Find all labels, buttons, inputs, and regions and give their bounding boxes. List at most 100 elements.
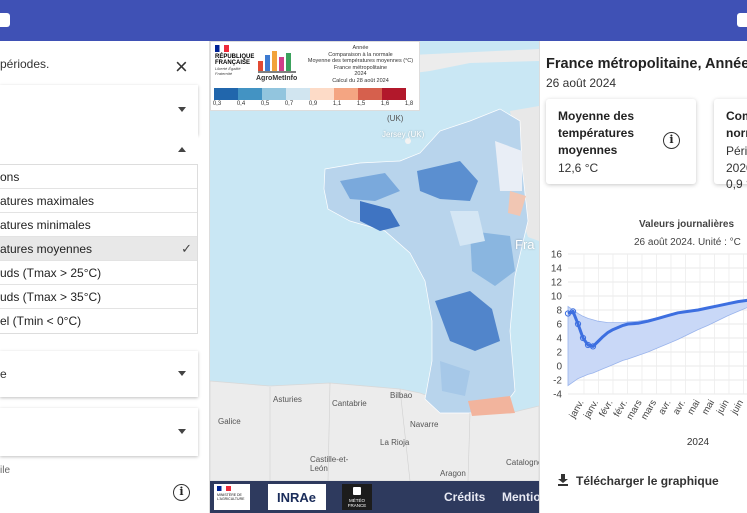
scale-tick-label: 1,5 — [356, 101, 366, 107]
legend-title-line: 2024 — [354, 71, 367, 78]
place-label: Asturies — [273, 395, 302, 404]
map-footer: MINISTÈRE DE L'AGRICULTURE INRAe MÉTÉO F… — [210, 481, 541, 513]
y-tick-label: 2 — [556, 348, 562, 359]
place-label: Bilbao — [390, 391, 413, 400]
chart-subtitle: 26 août 2024. Unité : °C — [634, 237, 741, 248]
republic-logo: RÉPUBLIQUE FRANÇAISE Liberté Égalité Fra… — [215, 45, 255, 76]
map-legend: RÉPUBLIQUE FRANÇAISE Liberté Égalité Fra… — [210, 41, 420, 111]
republic-motto: Liberté Égalité Fraternité — [215, 66, 241, 76]
card-heading: Moyenne des températures moyennes — [558, 109, 635, 157]
accordion-label: e — [0, 367, 7, 381]
map-view[interactable]: RÉPUBLIQUE FRANÇAISE Liberté Égalité Fra… — [210, 41, 539, 481]
legend-title-line: Année — [352, 45, 369, 51]
chevron-down-icon — [178, 429, 186, 434]
menu-icon[interactable] — [737, 13, 747, 27]
flag-icon — [217, 486, 231, 491]
legend-title-line: Calcul du 28 août 2024 — [332, 77, 389, 84]
ministry-logo: MINISTÈRE DE L'AGRICULTURE — [214, 484, 250, 510]
place-label: Catalogne — [506, 458, 539, 467]
list-item[interactable]: ons — [0, 165, 197, 189]
indicator-list: ons atures maximales atures minimales at… — [0, 164, 198, 334]
list-item[interactable]: atures minimales — [0, 213, 197, 237]
details-panel: France métropolitaine, Année 26 août 202… — [539, 41, 747, 513]
republic-name: RÉPUBLIQUE FRANÇAISE — [215, 54, 255, 66]
scale-swatch — [334, 88, 358, 100]
list-item[interactable]: uds (Tmax > 35°C) — [0, 285, 197, 309]
scale-ticks: 0,3 0,4 0,5 0,7 0,9 1,1 1,5 1,6 1,8 — [213, 101, 413, 111]
scale-tick-label: 0,9 — [308, 101, 318, 107]
y-tick-label: 12 — [551, 278, 563, 289]
scale-tick-label: 0,7 — [284, 101, 294, 107]
y-tick-label: 0 — [556, 362, 562, 373]
accordion-section-1[interactable] — [0, 85, 198, 135]
source-label: ile — [0, 465, 11, 476]
legend-title-line: Comparaison à la normale — [328, 51, 393, 58]
close-icon[interactable]: × — [175, 56, 188, 78]
accordion-section-4[interactable] — [0, 408, 198, 456]
chevron-up-icon — [178, 146, 186, 152]
x-tick-label: mai — [700, 398, 717, 417]
place-label: Jersey (UK) — [382, 130, 425, 139]
place-label: Navarre — [410, 420, 439, 429]
list-item[interactable]: el (Tmin < 0°C) — [0, 309, 197, 333]
scale-tick-label: 0,3 — [212, 101, 222, 107]
chevron-down-icon — [178, 107, 186, 112]
scale-swatch — [358, 88, 382, 100]
list-item-label: uds (Tmax > 25°C) — [0, 266, 102, 280]
place-label: Galice — [218, 417, 241, 426]
y-tick-label: -2 — [553, 376, 562, 387]
y-tick-label: 14 — [551, 264, 563, 275]
y-tick-label: 6 — [556, 320, 562, 331]
scale-swatch — [310, 88, 334, 100]
color-scale — [214, 88, 406, 100]
list-item-label: el (Tmin < 0°C) — [0, 314, 82, 328]
x-tick-label: juin — [729, 398, 746, 417]
list-item[interactable]: uds (Tmax > 25°C) — [0, 261, 197, 285]
accordion-section-3[interactable]: e — [0, 351, 198, 397]
meteo-name: MÉTÉO FRANCE — [347, 498, 367, 508]
accordion-indicators-header[interactable] — [0, 135, 198, 164]
x-tick-label: janv. — [567, 398, 587, 421]
download-icon — [558, 474, 568, 486]
x-axis-title: 2024 — [687, 437, 710, 448]
y-tick-label: 8 — [556, 306, 562, 317]
x-tick-label: avr. — [671, 398, 688, 417]
y-tick-label: 16 — [551, 250, 563, 261]
place-label: Castille-et-León — [310, 455, 349, 473]
meteo-france-logo: MÉTÉO FRANCE — [342, 484, 372, 510]
scale-swatch — [238, 88, 262, 100]
list-item-label: uds (Tmax > 35°C) — [0, 290, 102, 304]
info-icon[interactable]: i — [663, 132, 680, 149]
scale-swatch — [262, 88, 286, 100]
legend-title: Année Comparaison à la normale Moyenne d… — [303, 45, 418, 85]
brand-name: AgroMetInfo — [256, 75, 298, 82]
chevron-down-icon — [178, 371, 186, 376]
place-label: (UK) — [387, 114, 404, 123]
comparison-card: Com norm Péric 2020 0,9 ° — [714, 99, 747, 191]
card-value: 0,9 ° — [726, 177, 747, 191]
scale-tick-label: 1,6 — [380, 101, 390, 107]
back-icon[interactable] — [0, 13, 10, 27]
x-tick-label: janv. — [581, 398, 601, 421]
filters-panel: périodes. × ons atures maximales atures … — [0, 41, 210, 513]
scale-tick-label: 1,8 — [404, 101, 414, 107]
mentions-link[interactable]: Mentio — [502, 490, 541, 504]
scale-swatch — [286, 88, 310, 100]
list-item[interactable]: atures maximales — [0, 189, 197, 213]
x-tick-label: juin — [714, 398, 731, 417]
list-item-label: atures minimales — [0, 218, 91, 232]
download-chart-button[interactable]: Télécharger le graphique — [558, 474, 719, 488]
scale-swatch — [382, 88, 406, 100]
list-item-label: ons — [0, 170, 20, 184]
credits-link[interactable]: Crédits — [444, 490, 485, 504]
inrae-logo: INRAe — [268, 484, 326, 510]
ministry-name: MINISTÈRE DE L'AGRICULTURE — [217, 493, 245, 501]
app-header — [0, 0, 747, 41]
scale-swatch — [214, 88, 238, 100]
list-item-selected[interactable]: atures moyennes ✓ — [0, 237, 197, 261]
scale-tick-label: 0,4 — [236, 101, 246, 107]
scale-tick-label: 1,1 — [332, 101, 342, 107]
x-tick-label: mai — [685, 398, 702, 417]
list-item-label: atures moyennes — [0, 242, 93, 256]
info-icon[interactable]: i — [173, 484, 190, 501]
